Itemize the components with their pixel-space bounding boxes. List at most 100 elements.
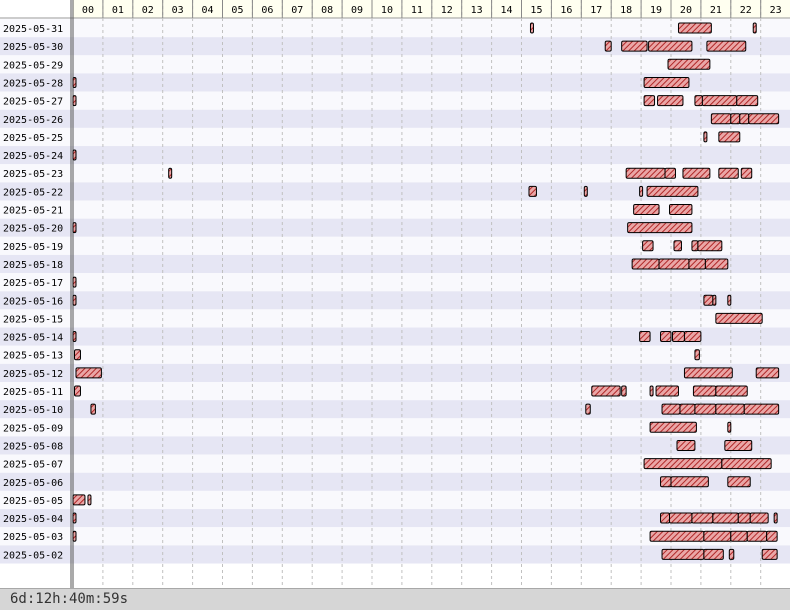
date-label: 2025-05-09	[3, 423, 63, 434]
activity-bar	[739, 113, 750, 125]
date-label: 2025-05-13	[3, 351, 63, 362]
date-label: 2025-05-27	[3, 97, 63, 108]
date-label: 2025-05-19	[3, 242, 63, 253]
activity-bar	[673, 240, 682, 252]
activity-bar	[72, 494, 86, 506]
timeline-chart: 00 01 02 03 04 05 06 07 08 09 10 11 12 13 14 15 16 17 18 19…	[0, 0, 790, 588]
activity-bar	[703, 548, 724, 560]
activity-bar	[703, 131, 708, 143]
hour-tick-label: 01	[112, 5, 124, 16]
date-label: 2025-05-10	[3, 405, 63, 416]
hour-tick-label: 08	[321, 5, 333, 16]
activity-bar	[168, 167, 173, 179]
date-label: 2025-05-22	[3, 187, 63, 198]
activity-bar	[727, 421, 732, 433]
activity-bar	[583, 185, 588, 197]
activity-bar	[87, 494, 92, 506]
activity-bar	[72, 276, 77, 288]
hour-tick-label: 17	[590, 5, 602, 16]
activity-bar	[746, 530, 768, 542]
activity-bar	[643, 95, 656, 107]
activity-bar	[667, 58, 711, 70]
activity-bar	[655, 385, 679, 397]
activity-bar	[649, 530, 705, 542]
activity-bar	[718, 131, 741, 143]
activity-bar	[703, 294, 714, 306]
date-label: 2025-05-06	[3, 478, 63, 489]
activity-bar	[529, 22, 534, 34]
activity-bar	[72, 530, 77, 542]
hour-tick-label: 12	[441, 5, 453, 16]
hour-tick-label: 23	[770, 5, 782, 16]
activity-bar	[670, 476, 709, 488]
hour-tick-label: 02	[142, 5, 154, 16]
activity-bar	[669, 204, 693, 215]
date-label: 2025-05-02	[3, 550, 63, 561]
activity-bar	[73, 349, 81, 361]
activity-bar	[694, 95, 703, 107]
total-duration-status: 6d:12h:40m:59s	[0, 588, 790, 610]
hour-tick-label: 10	[381, 5, 393, 16]
date-label: 2025-05-26	[3, 115, 63, 126]
activity-bar	[646, 185, 699, 197]
activity-bar	[718, 167, 739, 179]
row-background	[0, 127, 790, 147]
activity-bar	[660, 331, 672, 343]
hour-tick-label: 07	[291, 5, 303, 16]
activity-bar	[660, 476, 672, 488]
date-label: 2025-05-28	[3, 78, 63, 89]
hour-tick-label: 00	[82, 5, 94, 16]
activity-bar	[631, 258, 660, 270]
activity-bar	[740, 167, 753, 179]
activity-bar	[661, 548, 705, 560]
date-label: 2025-05-24	[3, 151, 63, 162]
activity-bar	[72, 512, 77, 524]
activity-bar	[639, 185, 644, 197]
activity-bar	[736, 95, 759, 107]
row-background	[0, 146, 790, 165]
activity-bar	[72, 294, 77, 306]
activity-bar	[728, 548, 735, 560]
activity-bar	[697, 240, 723, 252]
hour-tick-label: 20	[680, 5, 692, 16]
activity-bar	[664, 167, 676, 179]
hour-tick-label: 13	[471, 5, 483, 16]
activity-bar	[743, 403, 780, 415]
date-label: 2025-05-11	[3, 387, 63, 398]
hour-tick-label: 21	[710, 5, 722, 16]
activity-bar	[712, 512, 739, 524]
hour-tick-label: 06	[261, 5, 273, 16]
date-label: 2025-05-18	[3, 260, 63, 271]
activity-bar	[701, 95, 738, 107]
activity-bar	[649, 421, 697, 433]
activity-bar	[627, 222, 693, 234]
activity-bar	[688, 258, 706, 270]
activity-bar	[621, 40, 648, 52]
activity-bar	[585, 403, 591, 415]
activity-bar	[694, 403, 717, 415]
activity-bar	[715, 385, 748, 397]
activity-bar	[72, 149, 77, 161]
activity-bar	[710, 113, 732, 125]
date-label: 2025-05-21	[3, 206, 63, 217]
activity-bar	[528, 185, 537, 197]
activity-bar	[669, 512, 693, 524]
activity-bar	[657, 95, 684, 107]
activity-bar	[691, 512, 714, 524]
hour-tick-label: 03	[172, 5, 184, 16]
date-label: 2025-05-04	[3, 514, 63, 525]
date-label: 2025-05-25	[3, 133, 63, 144]
activity-bar	[591, 385, 621, 397]
activity-bar	[766, 530, 778, 542]
activity-bar	[621, 385, 627, 397]
activity-bar	[749, 512, 769, 524]
date-label: 2025-05-12	[3, 369, 63, 380]
activity-bar	[694, 349, 700, 361]
date-label: 2025-05-20	[3, 224, 63, 235]
date-label: 2025-05-16	[3, 296, 63, 307]
activity-bar	[658, 258, 690, 270]
activity-bar	[737, 512, 751, 524]
date-label: 2025-05-30	[3, 42, 63, 53]
activity-bar	[649, 385, 654, 397]
activity-bar	[683, 331, 702, 343]
